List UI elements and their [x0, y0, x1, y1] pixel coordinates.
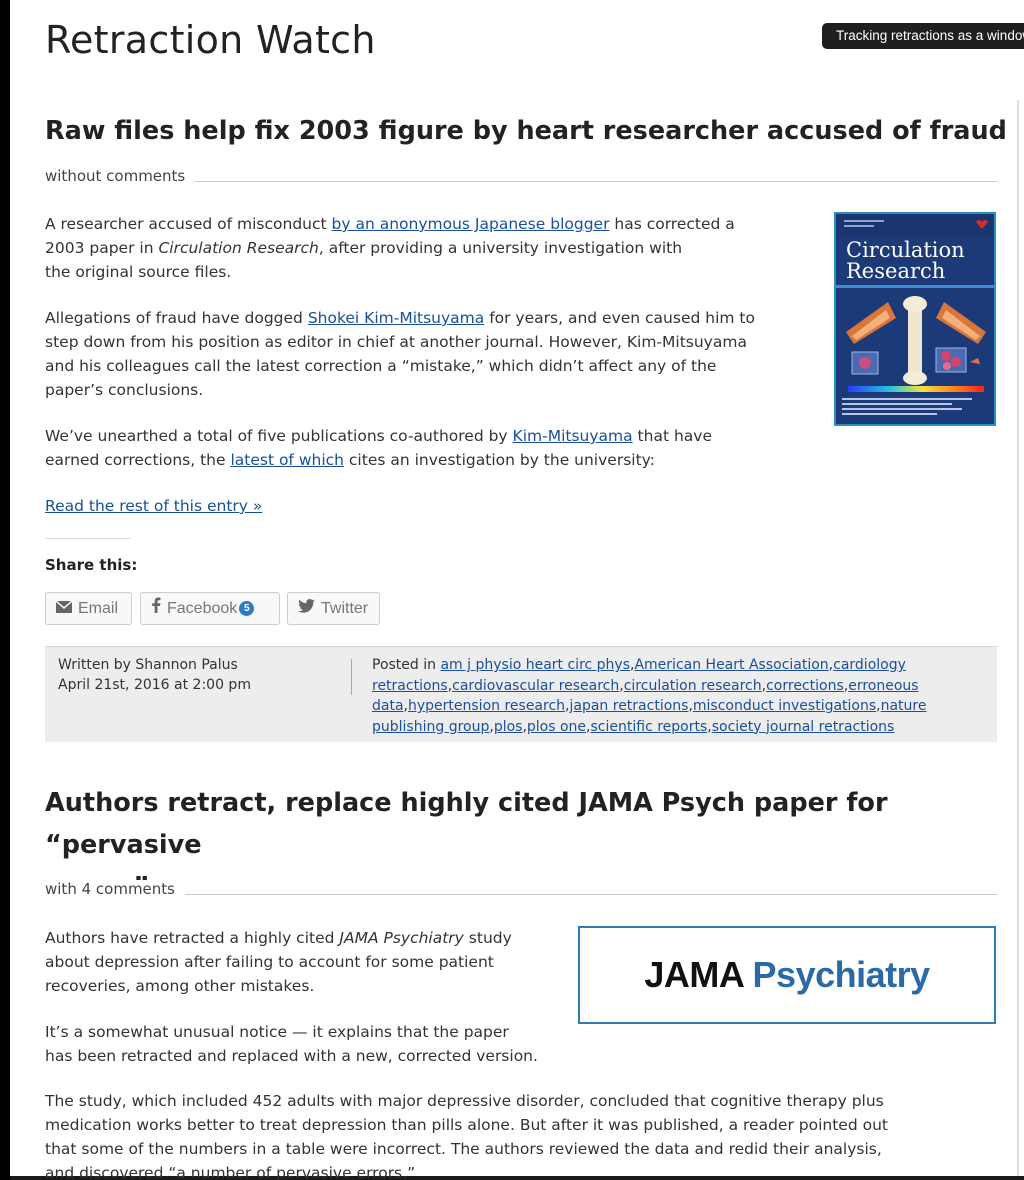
cover-artwork-icon [846, 296, 986, 392]
text: step down from his position as editor in… [45, 333, 747, 351]
category-tag-link[interactable]: plos [494, 719, 523, 735]
text: that some of the numbers in a table were… [45, 1140, 882, 1158]
journal-name: Circulation Research [158, 239, 319, 257]
share-separator [45, 538, 131, 539]
post-title-line: Authors retract, replace highly cited JA… [45, 788, 888, 860]
share-twitter-label: Twitter [321, 600, 369, 617]
journal-name: JAMA Psychiatry [339, 929, 464, 947]
cover-title-line: Circulation [846, 238, 965, 262]
cover-header-icon [844, 220, 988, 229]
share-facebook-button[interactable]: Facebook 5 [140, 592, 280, 625]
comments-count: without comments [45, 167, 196, 185]
site-title[interactable]: Retraction Watch [45, 18, 376, 62]
text: recoveries, among other mistakes. [45, 977, 315, 995]
cover-caption [842, 396, 992, 421]
category-tag-link[interactable]: cardiovascular research [452, 678, 619, 694]
posted-in-label: Posted in [372, 657, 437, 673]
category-tag-link[interactable]: American Heart Association [634, 657, 828, 673]
share-email-label: Email [78, 600, 119, 617]
post-paragraph: A researcher accused of misconduct by an… [45, 212, 825, 284]
text: about depression after failing to accoun… [45, 953, 494, 971]
category-tag-link[interactable]: society journal retractions [712, 719, 895, 735]
share-title: Share this: [45, 556, 138, 574]
facebook-count-badge: 5 [239, 601, 255, 617]
window-left-border [0, 0, 10, 1180]
post-title[interactable]: Raw files help fix 2003 figure by heart … [45, 110, 1007, 152]
author-line: Written by Shannon Palus [58, 657, 238, 673]
text: We’ve unearthed a total of five publicat… [45, 427, 513, 445]
text: and his colleagues call the latest corre… [45, 357, 717, 375]
text: Authors have retracted a highly cited [45, 929, 340, 947]
sidebar-divider [1017, 100, 1019, 1176]
text: paper’s conclusions. [45, 381, 204, 399]
text: , after providing a university investiga… [318, 239, 683, 257]
text: earned corrections, the [45, 451, 231, 469]
category-tag-link[interactable]: am j physio heart circ phys [440, 657, 630, 673]
text: has been retracted and replaced with a n… [45, 1047, 538, 1065]
text: Allegations of fraud have dogged [45, 309, 308, 327]
anonymous-blogger-link[interactable]: by an anonymous Japanese blogger [332, 215, 610, 233]
post-categories: Posted in am j physio heart circ phys,Am… [372, 655, 987, 737]
twitter-bird-icon [298, 593, 315, 624]
cover-band [836, 285, 994, 288]
post-paragraph: The study, which included 452 adults wit… [45, 1089, 1005, 1180]
post-info-box: Written by Shannon Palus April 21st, 201… [45, 646, 997, 742]
share-email-button[interactable]: Email [45, 592, 132, 625]
post-date: April 21st, 2016 at 2:00 pm [58, 677, 251, 693]
text: It’s a somewhat unusual notice — it expl… [45, 1023, 509, 1041]
text: A researcher accused of misconduct [45, 215, 332, 233]
logo-text-jama: JAMA [644, 954, 744, 995]
read-more-link[interactable]: Read the rest of this entry » [45, 497, 262, 515]
journal-cover-image[interactable]: Circulation Research [834, 212, 996, 426]
post-meta-2: with 4 comments [45, 879, 997, 899]
post-paragraph: Allegations of fraud have dogged Shokei … [45, 306, 835, 402]
meta-rule [45, 894, 997, 895]
category-tag-link[interactable]: misconduct investigations [693, 698, 876, 714]
author-link-2[interactable]: Kim-Mitsuyama [513, 427, 633, 445]
cover-title-line: Research [846, 259, 946, 283]
tag-list: am j physio heart circ phys,American Hea… [372, 657, 927, 735]
read-more: Read the rest of this entry » [45, 494, 262, 518]
site-tagline: Tracking retractions as a window into th… [822, 23, 1024, 49]
text: the original source files. [45, 263, 232, 281]
post-paragraph: We’ve unearthed a total of five publicat… [45, 424, 835, 472]
text: medication works better to treat depress… [45, 1116, 888, 1134]
cover-caption-lines [842, 398, 972, 415]
share-facebook-label: Facebook [167, 600, 238, 617]
category-tag-link[interactable]: plos one [527, 719, 586, 735]
post-meta: without comments [45, 166, 997, 186]
facebook-icon [151, 593, 161, 624]
category-tag-link[interactable]: hypertension research [408, 698, 565, 714]
logo-text-psychiatry: Psychiatry [752, 954, 931, 995]
envelope-icon [55, 593, 73, 624]
jama-psychiatry-logo[interactable]: JAMA Psychiatry [578, 926, 996, 1024]
category-tag-link[interactable]: scientific reports [591, 719, 708, 735]
text: study [463, 929, 512, 947]
comments-count-link[interactable]: with 4 comments [45, 880, 185, 898]
post-paragraph: Authors have retracted a highly cited JA… [45, 926, 565, 998]
author-link[interactable]: Shokei Kim-Mitsuyama [308, 309, 484, 327]
category-tag-link[interactable]: japan retractions [569, 698, 688, 714]
category-tag-link[interactable]: corrections [766, 678, 844, 694]
text: that have [632, 427, 712, 445]
cover-top-strip [836, 214, 994, 238]
share-twitter-button[interactable]: Twitter [287, 592, 380, 625]
text: for years, and even caused him to [484, 309, 755, 327]
page: Retraction Watch Tracking retractions as… [0, 0, 1024, 1180]
text: 2003 paper in [45, 239, 159, 257]
info-separator [351, 659, 352, 695]
cover-journal-title: Circulation Research [846, 240, 965, 282]
latest-correction-link[interactable]: latest of which [230, 451, 344, 469]
text: has corrected a [609, 215, 735, 233]
post-paragraph: It’s a somewhat unusual notice — it expl… [45, 1020, 605, 1068]
category-tag-link[interactable]: circulation research [624, 678, 762, 694]
post-byline: Written by Shannon Palus April 21st, 201… [58, 655, 251, 695]
text: The study, which included 452 adults wit… [45, 1092, 884, 1110]
text: cites an investigation by the university… [343, 451, 655, 469]
text: and discovered “a number of pervasive er… [45, 1164, 416, 1180]
